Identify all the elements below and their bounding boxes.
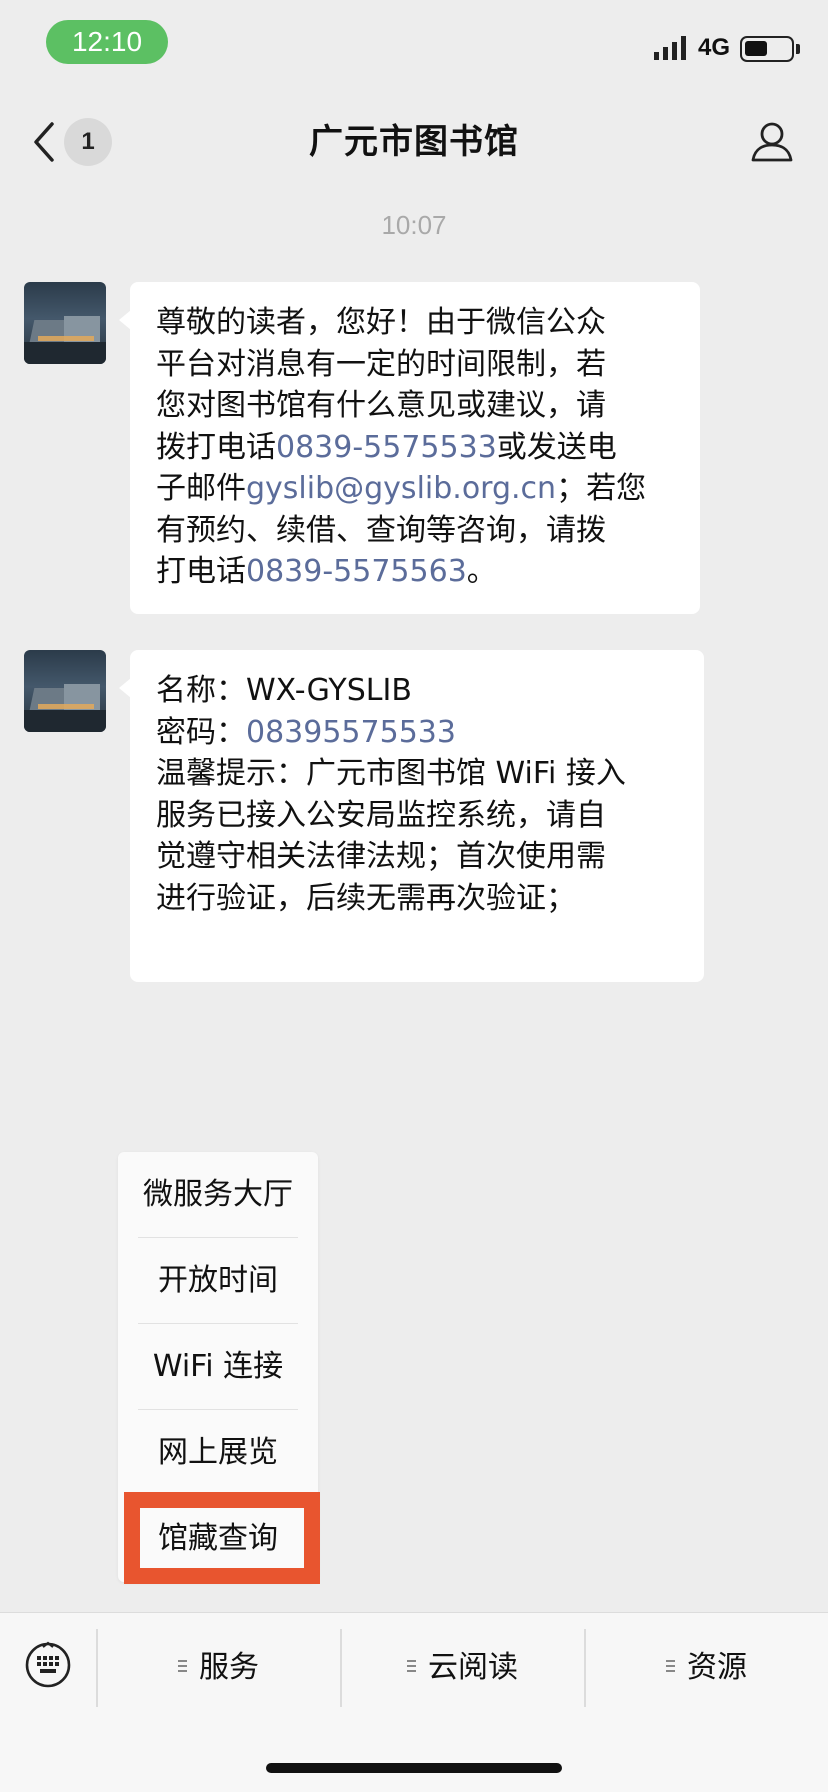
message-line: 平台对消息有一定的时间限制，若 [156,344,676,386]
message-text: 打电话 [156,554,246,589]
message-bubble[interactable]: 名称：WX-GYSLIB 密码：08395575533 温馨提示：广元市图书馆 Wi… [119,650,704,982]
message-text: 拨打电话 [156,429,276,465]
avatar[interactable] [24,650,106,732]
battery-icon [740,36,794,62]
profile-icon[interactable] [748,118,796,166]
message-text: 或发送电 [496,429,617,465]
message-text: 子邮件 [156,471,246,506]
menu-item-wifi-connect[interactable]: WiFi 连接 [138,1324,298,1410]
menu-lines-icon [666,1659,675,1672]
message-bubble[interactable]: 尊敬的读者，您好！由于微信公众 平台对消息有一定的时间限制，若 您对图书馆有什么意见… [119,282,700,614]
avatar[interactable] [24,282,106,364]
message-line: 尊敬的读者，您好！由于微信公众 [156,302,676,344]
message-line: 温馨提示：广元市图书馆 WiFi 接入 [156,753,680,795]
message-text: 有预约、续借、查询等咨询，请拨 [156,512,606,548]
page-title: 广元市图书馆 [309,122,519,162]
menu-lines-icon [178,1659,187,1672]
message-link[interactable]: gyslib@gyslib.org.cn [246,471,556,506]
menu-item-online-exhibition[interactable]: 网上展览 [138,1410,298,1496]
highlight-box [124,1492,320,1584]
chat-timestamp: 10:07 [381,210,447,240]
status-time: 12:10 [46,20,168,64]
tab-resources[interactable]: 资源 [585,1629,828,1707]
message-text: 平台对消息有一定的时间限制，若 [156,346,606,382]
message-text: 进行验证，后续无需再次验证； [156,880,576,916]
message-line: 有预约、续借、查询等咨询，请拨 [156,510,676,552]
network-type: 4G [698,34,731,61]
message-text: 温馨提示：广元市图书馆 WiFi 接入 [156,756,626,791]
message-text: ；若您 [556,471,647,506]
menu-item-micro-service-hall[interactable]: 微服务大厅 [138,1152,298,1238]
home-indicator[interactable] [266,1763,562,1773]
message-line: 打电话0839-5575563。 [156,551,676,593]
message-text: 您对图书馆有什么意见或建议，请 [156,388,606,423]
tab-cloud-reading[interactable]: 云阅读 [341,1629,584,1707]
tab-label: 云阅读 [428,1650,518,1685]
message-line: 名称：WX-GYSLIB [156,670,680,712]
keyboard-icon[interactable] [24,1641,72,1689]
message-line: 密码：08395575533 [156,712,680,754]
signal-icon [654,36,686,60]
message-line: 进行验证，后续无需再次验证； [156,878,680,920]
message-line: 子邮件gyslib@gyslib.org.cn；若您 [156,468,676,510]
message-text: 密码： [156,714,246,750]
message-link[interactable]: 08395575533 [246,715,456,750]
tab-label: 服务 [199,1650,259,1685]
tab-services[interactable]: 服务 [97,1629,340,1707]
message-link[interactable]: 0839-5575563 [246,554,467,589]
tab-label: 资源 [687,1650,747,1685]
message-text: 尊敬的读者，您好！由于微信公众 [156,305,606,340]
menu-item-opening-hours[interactable]: 开放时间 [138,1238,298,1324]
message-text: 。 [466,554,497,589]
message-link[interactable]: 0839-5575533 [276,430,497,465]
status-bar: 12:10 4G [0,0,828,88]
message-line: 您对图书馆有什么意见或建议，请 [156,385,676,427]
menu-lines-icon [407,1659,416,1672]
message-line: 服务已接入公安局监控系统，请自 [156,795,680,837]
message-text: 名称：WX-GYSLIB [156,673,412,708]
message-text: 服务已接入公安局监控系统，请自 [156,797,606,833]
message-line: 拨打电话0839-5575533或发送电 [156,427,676,469]
battery-cap [796,44,800,54]
message-text: 觉遵守相关法律法规；首次使用需 [156,839,606,874]
message-line: 觉遵守相关法律法规；首次使用需 [156,836,680,878]
